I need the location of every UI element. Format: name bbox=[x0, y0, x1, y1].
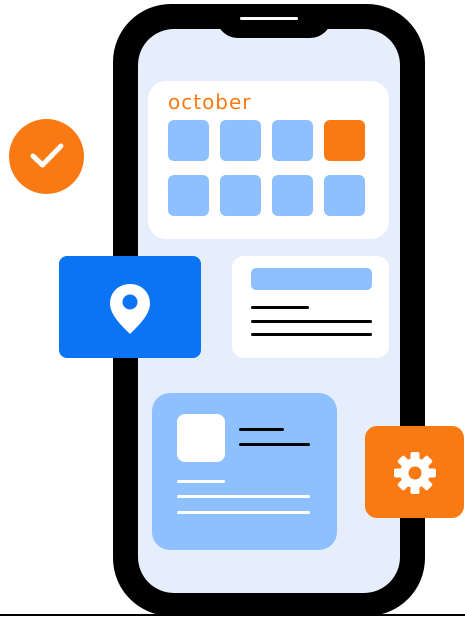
check-badge bbox=[9, 119, 84, 194]
location-pin-icon bbox=[110, 284, 150, 334]
calendar-day[interactable] bbox=[220, 120, 261, 161]
text-line bbox=[251, 306, 309, 309]
profile-detail-line bbox=[177, 511, 310, 514]
calendar-day[interactable] bbox=[168, 120, 209, 161]
avatar bbox=[177, 414, 225, 462]
calendar-day[interactable] bbox=[272, 120, 313, 161]
calendar-day[interactable] bbox=[168, 175, 209, 216]
phone-speaker bbox=[240, 17, 298, 20]
text-line bbox=[251, 320, 372, 323]
calendar-month-label: october bbox=[168, 90, 252, 114]
calendar-card: october bbox=[148, 81, 389, 239]
phone-notch bbox=[216, 4, 332, 38]
calendar-day[interactable] bbox=[220, 175, 261, 216]
profile-detail-line bbox=[177, 495, 310, 498]
calendar-day[interactable] bbox=[324, 175, 365, 216]
text-card-heading-bar bbox=[251, 268, 372, 290]
calendar-day-selected[interactable] bbox=[324, 120, 365, 161]
text-line bbox=[251, 333, 372, 336]
location-card[interactable] bbox=[59, 256, 201, 358]
profile-text-line bbox=[239, 443, 310, 446]
text-card[interactable] bbox=[232, 256, 389, 358]
settings-tile[interactable] bbox=[365, 426, 464, 518]
profile-card[interactable] bbox=[152, 393, 337, 550]
calendar-day[interactable] bbox=[272, 175, 313, 216]
gear-icon bbox=[394, 452, 436, 494]
ground-line bbox=[0, 614, 465, 616]
check-icon bbox=[30, 143, 64, 168]
calendar-grid bbox=[168, 120, 365, 216]
profile-detail-line bbox=[177, 480, 225, 483]
profile-text-line bbox=[239, 428, 284, 431]
